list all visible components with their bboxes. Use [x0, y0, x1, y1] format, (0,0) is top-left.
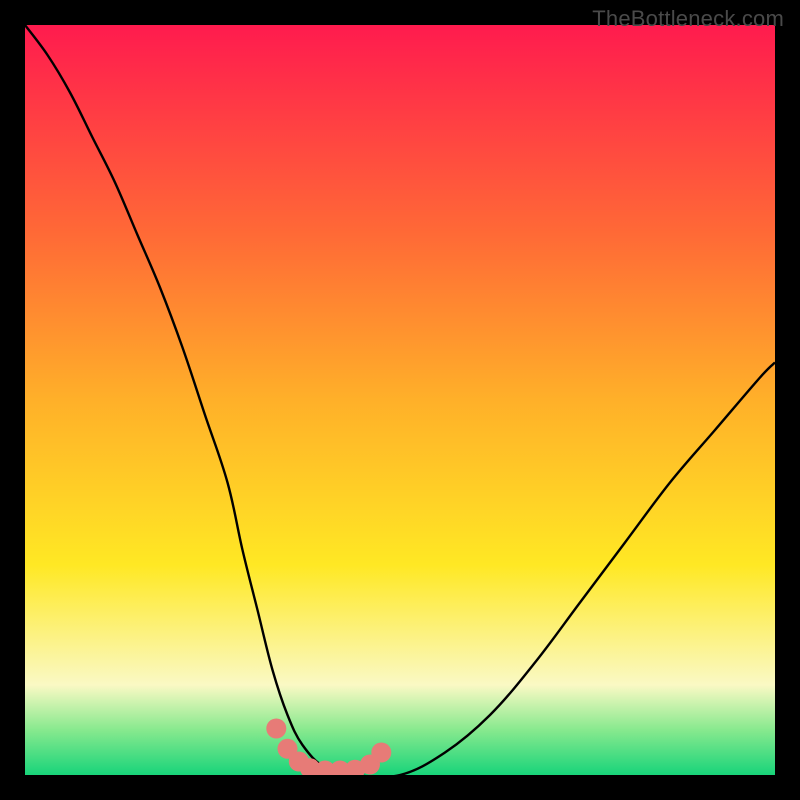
marker-dot [371, 743, 391, 763]
chart-svg [25, 25, 775, 775]
outer-frame: TheBottleneck.com [0, 0, 800, 800]
marker-dot [266, 719, 286, 739]
watermark-text: TheBottleneck.com [592, 6, 784, 32]
plot-area [25, 25, 775, 775]
gradient-background [25, 25, 775, 775]
